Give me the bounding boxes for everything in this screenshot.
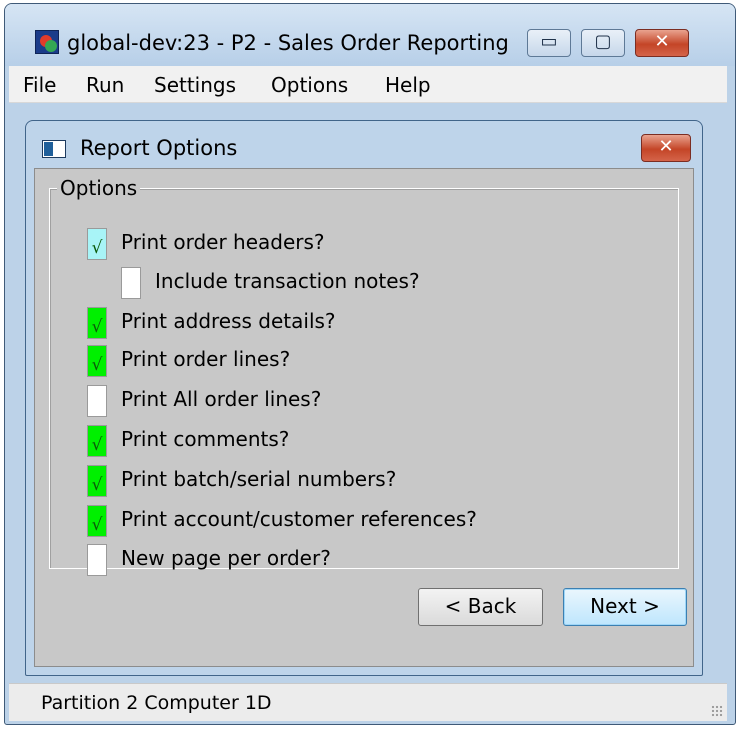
checkbox[interactable]: √ [87, 425, 107, 457]
menu-file[interactable]: File [23, 73, 56, 97]
back-button[interactable]: < Back [418, 588, 543, 626]
menu-bar: File Run Settings Options Help [9, 66, 727, 103]
maximize-button[interactable]: ▢ [581, 29, 625, 57]
window-title: global-dev:23 - P2 - Sales Order Reporti… [67, 31, 509, 55]
checkbox[interactable]: √ [87, 228, 107, 260]
checkbox[interactable] [87, 385, 107, 417]
options-group-label: Options [57, 176, 141, 200]
menu-help[interactable]: Help [385, 73, 431, 97]
dialog-window-icon [42, 140, 66, 158]
option-label: Print order headers? [121, 230, 325, 254]
option-label: New page per order? [121, 546, 331, 570]
menu-options[interactable]: Options [271, 73, 348, 97]
option-label: Print address details? [121, 309, 336, 333]
checkbox[interactable]: √ [87, 345, 107, 377]
status-text: Partition 2 Computer 1D [41, 692, 272, 714]
option-label: Include transaction notes? [155, 269, 420, 293]
app-logo-icon[interactable] [35, 30, 59, 54]
dialog-title: Report Options [80, 136, 238, 160]
checkbox[interactable]: √ [87, 465, 107, 497]
app-window: global-dev:23 - P2 - Sales Order Reporti… [4, 3, 736, 725]
next-button[interactable]: Next > [563, 588, 687, 626]
checkbox[interactable] [87, 544, 107, 576]
option-label: Print order lines? [121, 347, 291, 371]
close-button[interactable]: ✕ [635, 29, 689, 57]
checkbox[interactable]: √ [87, 307, 107, 339]
client-area: Report Options ✕ Options √ Print order h… [9, 103, 727, 681]
option-label: Print account/customer references? [121, 507, 477, 531]
menu-settings[interactable]: Settings [154, 73, 236, 97]
checkbox[interactable] [121, 267, 141, 299]
title-bar[interactable]: global-dev:23 - P2 - Sales Order Reporti… [5, 4, 735, 66]
menu-run[interactable]: Run [86, 73, 124, 97]
dialog-close-button[interactable]: ✕ [641, 134, 691, 162]
option-label: Print comments? [121, 427, 290, 451]
report-options-dialog: Report Options ✕ Options √ Print order h… [25, 120, 703, 676]
status-bar: Partition 2 Computer 1D [9, 683, 727, 721]
option-label: Print batch/serial numbers? [121, 467, 397, 491]
resize-grip-icon[interactable] [711, 705, 723, 717]
option-label: Print All order lines? [121, 387, 322, 411]
minimize-button[interactable]: ▭ [527, 29, 571, 57]
dialog-body: Options √ Print order headers? Include t… [34, 168, 694, 667]
checkbox[interactable]: √ [87, 505, 107, 537]
